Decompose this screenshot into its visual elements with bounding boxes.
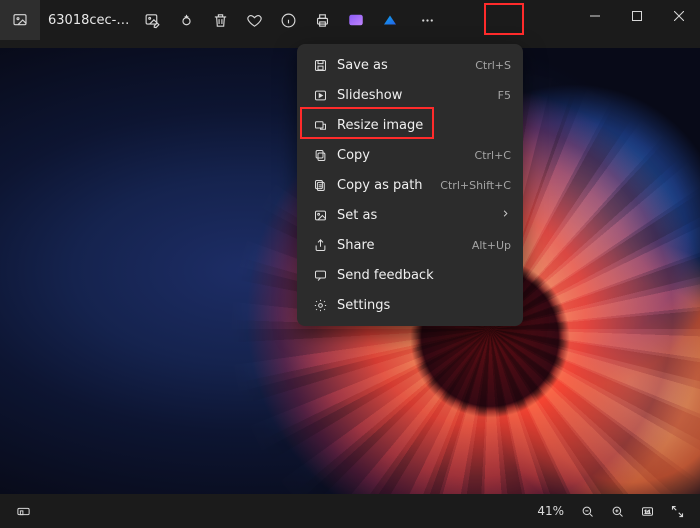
menu-label: Copy as path [331,178,440,193]
feedback-icon [309,268,331,283]
status-bar: 41% 1:1 [0,494,700,528]
zoom-percentage: 41% [529,504,572,518]
menu-label: Slideshow [331,88,498,103]
copy-icon [309,148,331,163]
rotate-button[interactable] [169,3,203,37]
menu-label: Save as [331,58,475,73]
slideshow-icon [309,88,331,103]
zoom-out-button[interactable] [572,497,602,525]
menu-shortcut: Alt+Up [472,239,511,252]
app-icon [0,0,40,40]
chevron-right-icon [500,208,511,223]
menu-label: Set as [331,208,500,223]
menu-label: Copy [331,148,475,163]
menu-item-slideshow[interactable]: Slideshow F5 [297,80,523,110]
title-bar: 63018cec-4cf2- [0,0,700,40]
menu-item-settings[interactable]: Settings [297,290,523,320]
menu-item-copy-as-path[interactable]: Copy as path Ctrl+Shift+C [297,170,523,200]
save-icon [309,58,331,73]
favorite-button[interactable] [237,3,271,37]
fullscreen-button[interactable] [662,497,692,525]
toolbar [135,3,447,37]
zoom-in-button[interactable] [602,497,632,525]
resize-icon [309,118,331,133]
filmstrip-toggle-button[interactable] [8,497,38,525]
menu-label: Share [331,238,472,253]
window-close-button[interactable] [658,0,700,32]
designer-button[interactable] [373,3,407,37]
info-button[interactable] [271,3,305,37]
print-button[interactable] [305,3,339,37]
edit-image-button[interactable] [135,3,169,37]
clipchamp-button[interactable] [339,3,373,37]
menu-shortcut: Ctrl+Shift+C [440,179,511,192]
menu-item-set-as[interactable]: Set as [297,200,523,230]
more-button[interactable] [407,3,447,37]
window-controls [574,0,700,32]
actual-size-button[interactable]: 1:1 [632,497,662,525]
menu-item-save-as[interactable]: Save as Ctrl+S [297,50,523,80]
copy-path-icon [309,178,331,193]
share-icon [309,238,331,253]
settings-icon [309,298,331,313]
menu-label: Send feedback [331,268,511,283]
menu-label: Resize image [331,118,511,133]
delete-button[interactable] [203,3,237,37]
more-menu: Save as Ctrl+S Slideshow F5 Resize image… [297,44,523,326]
menu-shortcut: F5 [498,89,511,102]
menu-shortcut: Ctrl+C [475,149,511,162]
svg-text:1:1: 1:1 [644,510,651,515]
menu-item-resize-image[interactable]: Resize image [297,110,523,140]
menu-item-share[interactable]: Share Alt+Up [297,230,523,260]
window-maximize-button[interactable] [616,0,658,32]
menu-shortcut: Ctrl+S [475,59,511,72]
menu-label: Settings [331,298,511,313]
window-minimize-button[interactable] [574,0,616,32]
window-title: 63018cec-4cf2- [40,13,135,28]
set-as-icon [309,208,331,223]
menu-item-copy[interactable]: Copy Ctrl+C [297,140,523,170]
menu-item-send-feedback[interactable]: Send feedback [297,260,523,290]
